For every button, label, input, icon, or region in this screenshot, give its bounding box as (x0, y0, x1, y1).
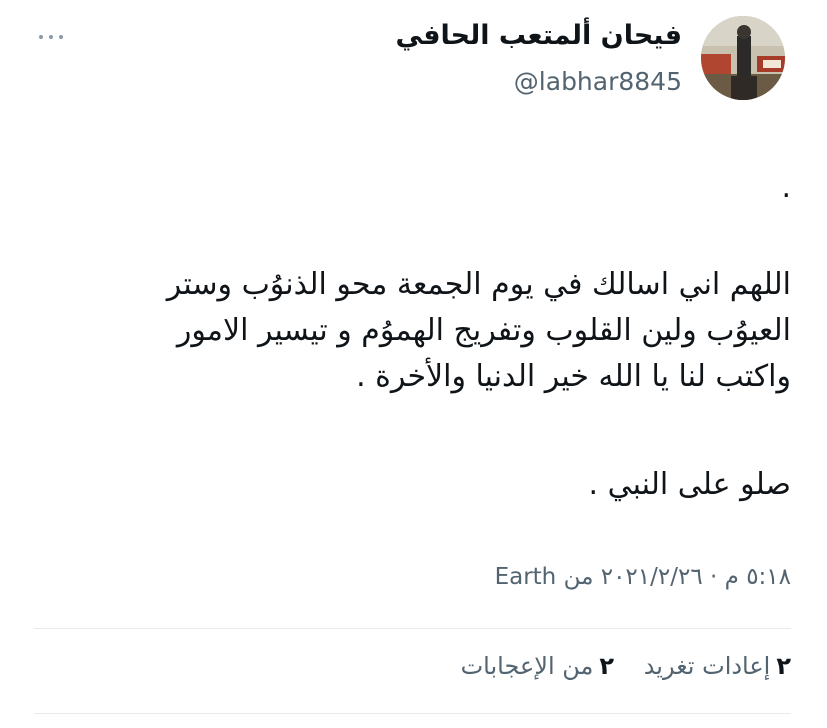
tweet: فيحان ألمتعب الحافي @labhar8845 . اللهم … (0, 0, 827, 728)
tweet-text-line: واكتب لنا يا الله خير الدنيا والأخرة . (356, 359, 791, 394)
tweet-text-closing: صلو على النبي . (588, 467, 791, 502)
avatar-image (701, 16, 785, 100)
username-handle[interactable]: @labhar8845 (514, 64, 682, 100)
tweet-timestamp[interactable]: ٥:١٨ م · ٢٠٢١/٢/٢٦ (601, 564, 791, 590)
tweet-text-line: العيوُب ولين القلوب وتفريج الهموُم و تيس… (176, 313, 791, 348)
author-header: فيحان ألمتعب الحافي @labhar8845 (182, 16, 682, 100)
retweets-stat[interactable]: ٢إعادات تغريد (644, 646, 791, 686)
tweet-text-dot: . (781, 170, 791, 205)
more-dot-icon (49, 35, 53, 39)
likes-stat[interactable]: ٢من الإعجابات (461, 646, 614, 686)
tweet-meta: ٥:١٨ م · ٢٠٢١/٢/٢٦ من Earth (495, 557, 791, 597)
divider (34, 628, 791, 629)
more-dot-icon (39, 35, 43, 39)
tweet-text-body: اللهم اني اسالك في يوم الجمعة محو الذنوُ… (51, 262, 791, 400)
tweet-source[interactable]: من Earth (495, 564, 594, 590)
likes-label: من الإعجابات (460, 652, 594, 680)
display-name[interactable]: فيحان ألمتعب الحافي (182, 16, 682, 56)
tweet-stats: ٢إعادات تغريد ٢من الإعجابات (439, 646, 791, 686)
likes-count: ٢ (599, 652, 615, 680)
divider (34, 713, 791, 714)
retweets-label: إعادات تغريد (643, 652, 771, 680)
tweet-text-line: اللهم اني اسالك في يوم الجمعة محو الذنوُ… (166, 267, 791, 302)
avatar[interactable] (701, 16, 785, 100)
retweets-count: ٢ (776, 652, 791, 680)
more-options-button[interactable] (36, 30, 66, 44)
more-dot-icon (59, 35, 63, 39)
